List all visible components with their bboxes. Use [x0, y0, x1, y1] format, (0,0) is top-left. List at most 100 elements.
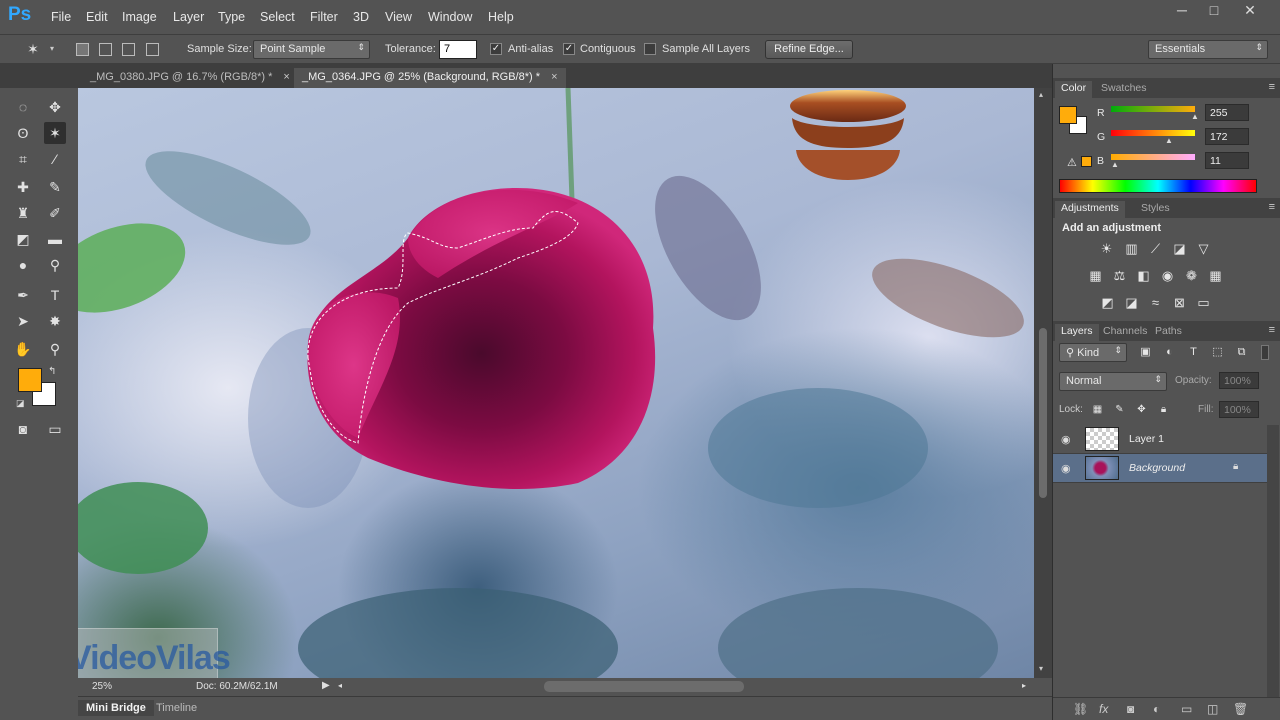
healing-brush-tool-icon[interactable]: ✚ [12, 176, 34, 198]
lasso-tool-icon[interactable]: ʘ [12, 122, 34, 144]
swap-colors-icon[interactable]: ↰ [48, 366, 56, 377]
marquee-tool-icon[interactable]: ◌ [12, 96, 34, 118]
filter-shape-icon[interactable]: ⬚ [1209, 345, 1226, 360]
delete-layer-icon[interactable]: 🗑︎ [1233, 702, 1248, 716]
preset-chevron-icon[interactable]: ▾ [50, 44, 54, 53]
vertical-scroll-thumb[interactable] [1039, 328, 1047, 498]
default-colors-icon[interactable]: ◪ [16, 398, 25, 409]
color-balance-icon[interactable]: ⚖ [1111, 268, 1128, 283]
tab-layers[interactable]: Layers [1055, 324, 1099, 341]
selective-color-icon[interactable]: ⊠ [1171, 295, 1188, 310]
document-canvas[interactable]: VideoVilas [78, 88, 1034, 678]
menu-edit[interactable]: Edit [86, 10, 108, 24]
vibrance-icon[interactable]: ▽ [1195, 241, 1212, 256]
menu-type[interactable]: Type [218, 10, 245, 24]
shape-tool-icon[interactable]: ✸ [44, 310, 66, 332]
lock-position-icon[interactable]: ✥ [1133, 402, 1150, 417]
maximize-button[interactable]: □ [1198, 0, 1230, 22]
tolerance-input[interactable]: 7 [439, 40, 477, 59]
tab-channels[interactable]: Channels [1097, 324, 1153, 338]
tab-adjustments[interactable]: Adjustments [1055, 201, 1125, 218]
filter-adjustment-icon[interactable]: ◐ [1161, 345, 1178, 360]
panel-menu-icon[interactable]: ≡ [1269, 324, 1275, 336]
filter-pixel-icon[interactable]: ▣ [1137, 345, 1154, 360]
exposure-icon[interactable]: ◪ [1171, 241, 1188, 256]
panel-menu-icon[interactable]: ≡ [1269, 81, 1275, 93]
new-layer-icon[interactable]: ◫ [1207, 702, 1218, 716]
menu-image[interactable]: Image [122, 10, 157, 24]
layer-row-layer-1[interactable]: ◉ Layer 1 [1053, 425, 1267, 454]
tab-timeline[interactable]: Timeline [148, 700, 205, 716]
path-selection-tool-icon[interactable]: ➤ [12, 310, 34, 332]
eraser-tool-icon[interactable]: ◩ [12, 228, 34, 250]
tab-mg-0364[interactable]: _MG_0364.JPG @ 25% (Background, RGB/8*) … [294, 68, 566, 88]
black-white-icon[interactable]: ◧ [1135, 268, 1152, 283]
magic-wand-tool-icon[interactable]: ✶ [44, 122, 66, 144]
clone-stamp-tool-icon[interactable]: ♜ [12, 202, 34, 224]
color-panel-fg-swatch[interactable] [1059, 106, 1077, 124]
panel-menu-icon[interactable]: ≡ [1269, 201, 1275, 213]
tab-mg-0380[interactable]: _MG_0380.JPG @ 16.7% (RGB/8*) * × [82, 68, 298, 88]
tab-swatches[interactable]: Swatches [1095, 81, 1153, 95]
tab-styles[interactable]: Styles [1135, 201, 1176, 215]
lock-all-icon[interactable]: 🔒︎ [1155, 402, 1172, 417]
menu-help[interactable]: Help [488, 10, 514, 24]
quick-mask-icon[interactable]: ◙ [12, 418, 34, 440]
posterize-icon[interactable]: ◪ [1123, 295, 1140, 310]
gradient-tool-icon[interactable]: ▬ [44, 228, 66, 250]
opacity-input[interactable]: 100% [1219, 372, 1259, 389]
layer-style-icon[interactable]: fx [1099, 702, 1108, 716]
lock-pixels-icon[interactable]: ✎ [1111, 402, 1128, 417]
tab-close-icon[interactable]: × [551, 71, 557, 83]
gamut-color-swatch[interactable] [1081, 156, 1092, 167]
zoom-level[interactable]: 25% [92, 681, 112, 692]
r-value-input[interactable]: 255 [1205, 104, 1249, 121]
layers-scrollbar[interactable] [1267, 425, 1279, 697]
scroll-left-icon[interactable]: ◂ [338, 681, 342, 690]
threshold-icon[interactable]: ≈ [1147, 295, 1164, 310]
zoom-tool-icon[interactable]: ⚲ [44, 338, 66, 360]
layer-row-background[interactable]: ◉ Background 🔒︎ [1053, 454, 1267, 483]
vertical-scrollbar[interactable]: ▴ ▾ [1034, 88, 1052, 678]
menu-window[interactable]: Window [428, 10, 472, 24]
tab-close-icon[interactable]: × [283, 71, 289, 83]
eyedropper-tool-icon[interactable]: ⁄ [44, 148, 66, 170]
b-slider[interactable] [1111, 154, 1195, 160]
g-value-input[interactable]: 172 [1205, 128, 1249, 145]
history-brush-tool-icon[interactable]: ✐ [44, 202, 66, 224]
g-slider[interactable] [1111, 130, 1195, 136]
g-slider-handle-icon[interactable]: ▲ [1165, 136, 1173, 145]
type-tool-icon[interactable]: T [44, 284, 66, 306]
hand-tool-icon[interactable]: ✋ [12, 338, 34, 360]
sample-size-select[interactable]: Point Sample ⇕ [253, 40, 370, 59]
tab-mini-bridge[interactable]: Mini Bridge [78, 700, 154, 716]
move-tool-icon[interactable]: ✥ [44, 96, 66, 118]
blur-tool-icon[interactable]: ● [12, 254, 34, 276]
scroll-up-icon[interactable]: ▴ [1039, 90, 1043, 99]
filter-toggle[interactable] [1261, 345, 1269, 360]
invert-icon[interactable]: ◩ [1099, 295, 1116, 310]
levels-icon[interactable]: ▥ [1123, 241, 1140, 256]
color-spectrum-bar[interactable] [1059, 179, 1257, 193]
visibility-eye-icon[interactable]: ◉ [1061, 433, 1071, 446]
channel-mixer-icon[interactable]: ❁ [1183, 268, 1200, 283]
menu-file[interactable]: File [51, 10, 71, 24]
b-slider-handle-icon[interactable]: ▲ [1111, 160, 1119, 169]
foreground-color-swatch[interactable] [18, 368, 42, 392]
status-menu-arrow-icon[interactable]: ▶ [322, 680, 330, 691]
menu-layer[interactable]: Layer [173, 10, 204, 24]
new-selection-icon[interactable] [76, 43, 89, 56]
menu-view[interactable]: View [385, 10, 412, 24]
photo-filter-icon[interactable]: ◉ [1159, 268, 1176, 283]
close-window-button[interactable]: ✕ [1234, 0, 1266, 22]
contiguous-checkbox[interactable]: ✓ [563, 43, 575, 55]
visibility-eye-icon[interactable]: ◉ [1061, 462, 1071, 475]
lock-transparency-icon[interactable]: ▦ [1089, 402, 1106, 417]
scroll-down-icon[interactable]: ▾ [1039, 664, 1043, 673]
fill-input[interactable]: 100% [1219, 401, 1259, 418]
pen-tool-icon[interactable]: ✒ [12, 284, 34, 306]
blend-mode-select[interactable]: Normal ⇕ [1059, 372, 1167, 391]
magic-wand-preset-icon[interactable]: ✶ [22, 38, 44, 60]
refine-edge-button[interactable]: Refine Edge... [765, 40, 853, 59]
horizontal-scroll-thumb[interactable] [544, 681, 744, 692]
